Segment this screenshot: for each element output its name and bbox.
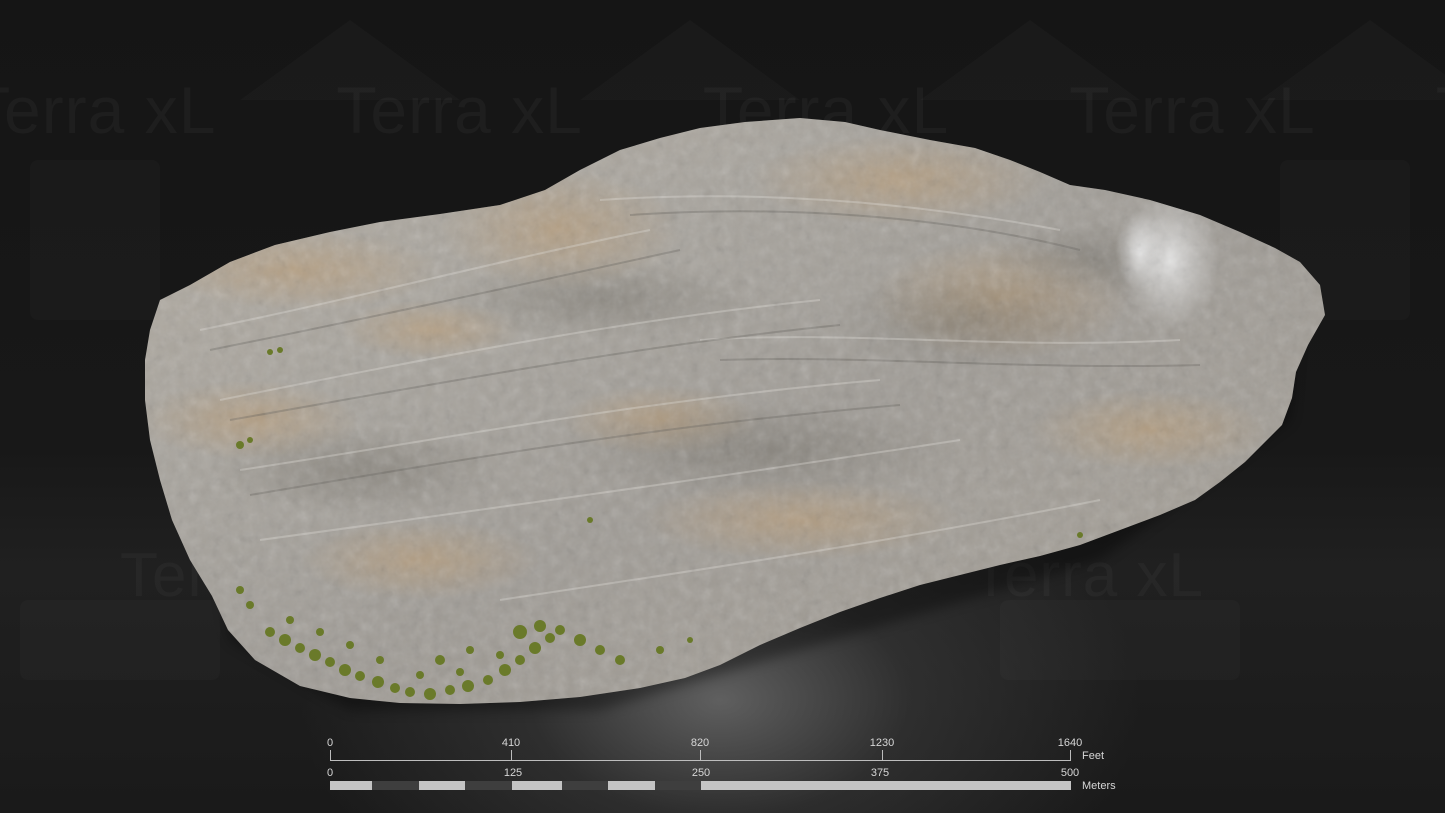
model-viewport[interactable]: Terra xLTerra xLTerra xLTerra xLTerra xL… (0, 0, 1445, 813)
terrain-texture (145, 118, 1325, 704)
terrain-model[interactable] (0, 0, 1445, 813)
